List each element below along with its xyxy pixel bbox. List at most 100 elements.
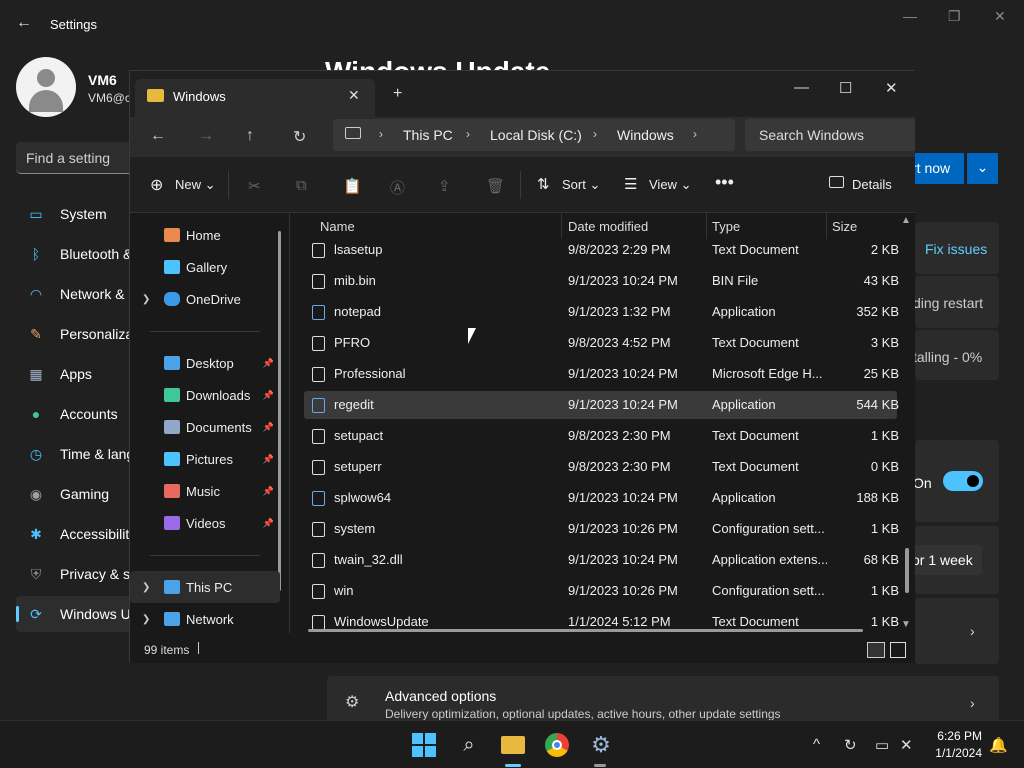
check-now-button[interactable]: rt now [912,153,964,184]
maximize-icon[interactable]: ☐ [839,79,852,97]
forward-arrow-icon[interactable]: → [198,127,214,145]
chrome-icon[interactable] [543,731,571,759]
cut-icon[interactable]: ✂ [248,177,261,195]
column-header-name[interactable]: Name [320,219,355,234]
table-row[interactable]: PFRO 9/8/2023 4:52 PM Text Document 3 KB [304,329,899,357]
scroll-down-icon[interactable]: ▼ [901,619,911,630]
pin-icon[interactable]: 📌 [263,358,274,369]
breadcrumb-windows[interactable]: Windows [617,127,674,143]
table-row[interactable]: lsasetup 9/8/2023 2:29 PM Text Document 2 K… [304,236,899,264]
pin-icon[interactable]: 📌 [263,486,274,497]
column-header-type[interactable]: Type [712,219,740,234]
horizontal-scrollbar[interactable] [308,629,863,632]
pin-icon[interactable]: 📌 [263,454,274,465]
fix-issues-link[interactable]: Fix issues [925,241,987,257]
search-input[interactable]: Search Windows [745,119,915,151]
clock[interactable]: 6:26 PM 1/1/2024 [920,729,982,760]
file-icon [312,553,325,568]
minimize-icon[interactable]: — [903,8,917,24]
settings-gear-icon[interactable]: ⚙ [587,731,615,759]
close-icon[interactable]: ✕ [994,8,1006,25]
more-options-icon[interactable]: ••• [715,172,734,193]
sidebar-item-this-pc[interactable]: ❯ This PC [130,571,280,603]
column-header-date[interactable]: Date modified [568,219,648,234]
table-row[interactable]: setuperr 9/8/2023 2:30 PM Text Document 0 K… [304,453,899,481]
back-arrow-icon[interactable]: ← [16,14,32,32]
start-button[interactable] [410,731,438,759]
volume-muted-icon[interactable]: ✕ [900,736,913,754]
pause-duration-select[interactable]: or 1 week [905,545,982,575]
sidebar-item-documents[interactable]: Documents 📌 [130,411,280,443]
sidebar-item-apps[interactable]: ▦ Apps [16,356,136,392]
chevron-down-icon[interactable]: ⌄ [966,153,998,184]
close-tab-icon[interactable]: ✕ [348,87,360,104]
chevron-up-icon[interactable]: ^ [813,736,820,753]
new-tab-icon[interactable]: + [393,85,402,103]
table-row[interactable]: mib.bin 9/1/2023 10:24 PM BIN File 43 KB [304,267,899,295]
minimize-icon[interactable]: — [794,79,809,96]
close-icon[interactable]: ✕ [885,79,898,97]
details-view-icon[interactable] [867,642,885,658]
table-row[interactable]: notepad 9/1/2023 1:32 PM Application 352 KB [304,298,899,326]
sidebar-item-accounts[interactable]: ● Accounts [16,396,136,432]
column-header-size[interactable]: Size [832,219,857,234]
details-button[interactable]: Details [852,177,892,192]
new-button[interactable]: New ⌄ [175,177,216,193]
table-row[interactable]: win 9/1/2023 10:26 PM Configuration sett..… [304,577,899,605]
paste-icon[interactable]: 📋 [343,177,362,195]
copy-icon[interactable]: ⧉ [296,177,307,194]
table-row[interactable]: system 9/1/2023 10:26 PM Configuration set… [304,515,899,543]
sidebar-item-desktop[interactable]: Desktop 📌 [130,347,280,379]
pin-icon[interactable]: 📌 [263,422,274,433]
update-tray-icon[interactable]: ↻ [844,736,857,754]
sidebar-item-label: Time & language [60,446,136,462]
sidebar-item-accessibility[interactable]: ✱ Accessibility [16,516,136,552]
sidebar-item-network[interactable]: ❯ Network [130,603,280,635]
notification-bell-icon[interactable]: 🔔 [989,736,1008,754]
table-row[interactable]: splwow64 9/1/2023 10:24 PM Application 188 … [304,484,899,512]
rename-icon[interactable]: Ⓐ [390,177,405,198]
up-arrow-icon[interactable]: ↑ [246,127,254,145]
pin-icon[interactable]: 📌 [263,518,274,529]
history-card[interactable] [915,598,999,664]
tiles-view-icon[interactable] [890,642,906,658]
sidebar-item-music[interactable]: Music 📌 [130,475,280,507]
sort-button[interactable]: Sort ⌄ [562,177,600,193]
sidebar-item-time[interactable]: ◷ Time & language [16,436,136,472]
table-row[interactable]: regedit 9/1/2023 10:24 PM Application 544 K… [304,391,899,419]
breadcrumb-local-disk[interactable]: Local Disk (C:) [490,127,582,143]
sidebar-item-home[interactable]: Home [130,219,280,251]
search-icon[interactable]: ⌕ [455,731,483,759]
file-explorer-taskbar-icon[interactable] [499,731,527,759]
sidebar-item-windows[interactable]: ⟳ Windows Update [16,596,136,632]
updates-toggle[interactable] [943,471,983,491]
share-icon[interactable]: ⇪ [438,177,451,195]
sidebar-item-network[interactable]: ◠ Network & internet [16,276,136,312]
sidebar-item-privacy[interactable]: ⛨ Privacy & security [16,556,136,592]
vertical-scrollbar[interactable] [905,548,909,593]
sidebar-item-bluetooth[interactable]: ᛒ Bluetooth & devices [16,236,136,272]
sidebar-item-gallery[interactable]: Gallery [130,251,280,283]
breadcrumb[interactable]: › This PC › Local Disk (C:) › Windows › [333,119,735,151]
sidebar-item-system[interactable]: ▭ System [16,196,136,232]
avatar[interactable] [16,57,76,117]
table-row[interactable]: twain_32.dll 9/1/2023 10:24 PM Application… [304,546,899,574]
tab-windows[interactable]: Windows ✕ [135,79,375,117]
pin-icon[interactable]: 📌 [263,390,274,401]
delete-icon[interactable]: 🗑 [486,177,505,195]
table-row[interactable]: setupact 9/8/2023 2:30 PM Text Document 1 K… [304,422,899,450]
back-arrow-icon[interactable]: ← [150,127,166,145]
sidebar-item-downloads[interactable]: Downloads 📌 [130,379,280,411]
view-button[interactable]: View ⌄ [649,177,691,193]
sidebar-item-pictures[interactable]: Pictures 📌 [130,443,280,475]
sidebar-item-personalization[interactable]: ✎ Personalization [16,316,136,352]
network-tray-icon[interactable]: ▭ [875,736,889,754]
refresh-icon[interactable]: ↻ [293,127,306,147]
breadcrumb-this-pc[interactable]: This PC [403,127,453,143]
sidebar-item-gaming[interactable]: ◉ Gaming [16,476,136,512]
scroll-up-icon[interactable]: ▲ [901,215,911,226]
restore-icon[interactable]: ❐ [948,8,961,25]
sidebar-item-onedrive[interactable]: ❯ OneDrive [130,283,280,315]
table-row[interactable]: Professional 9/1/2023 10:24 PM Microsoft E… [304,360,899,388]
sidebar-item-videos[interactable]: Videos 📌 [130,507,280,539]
